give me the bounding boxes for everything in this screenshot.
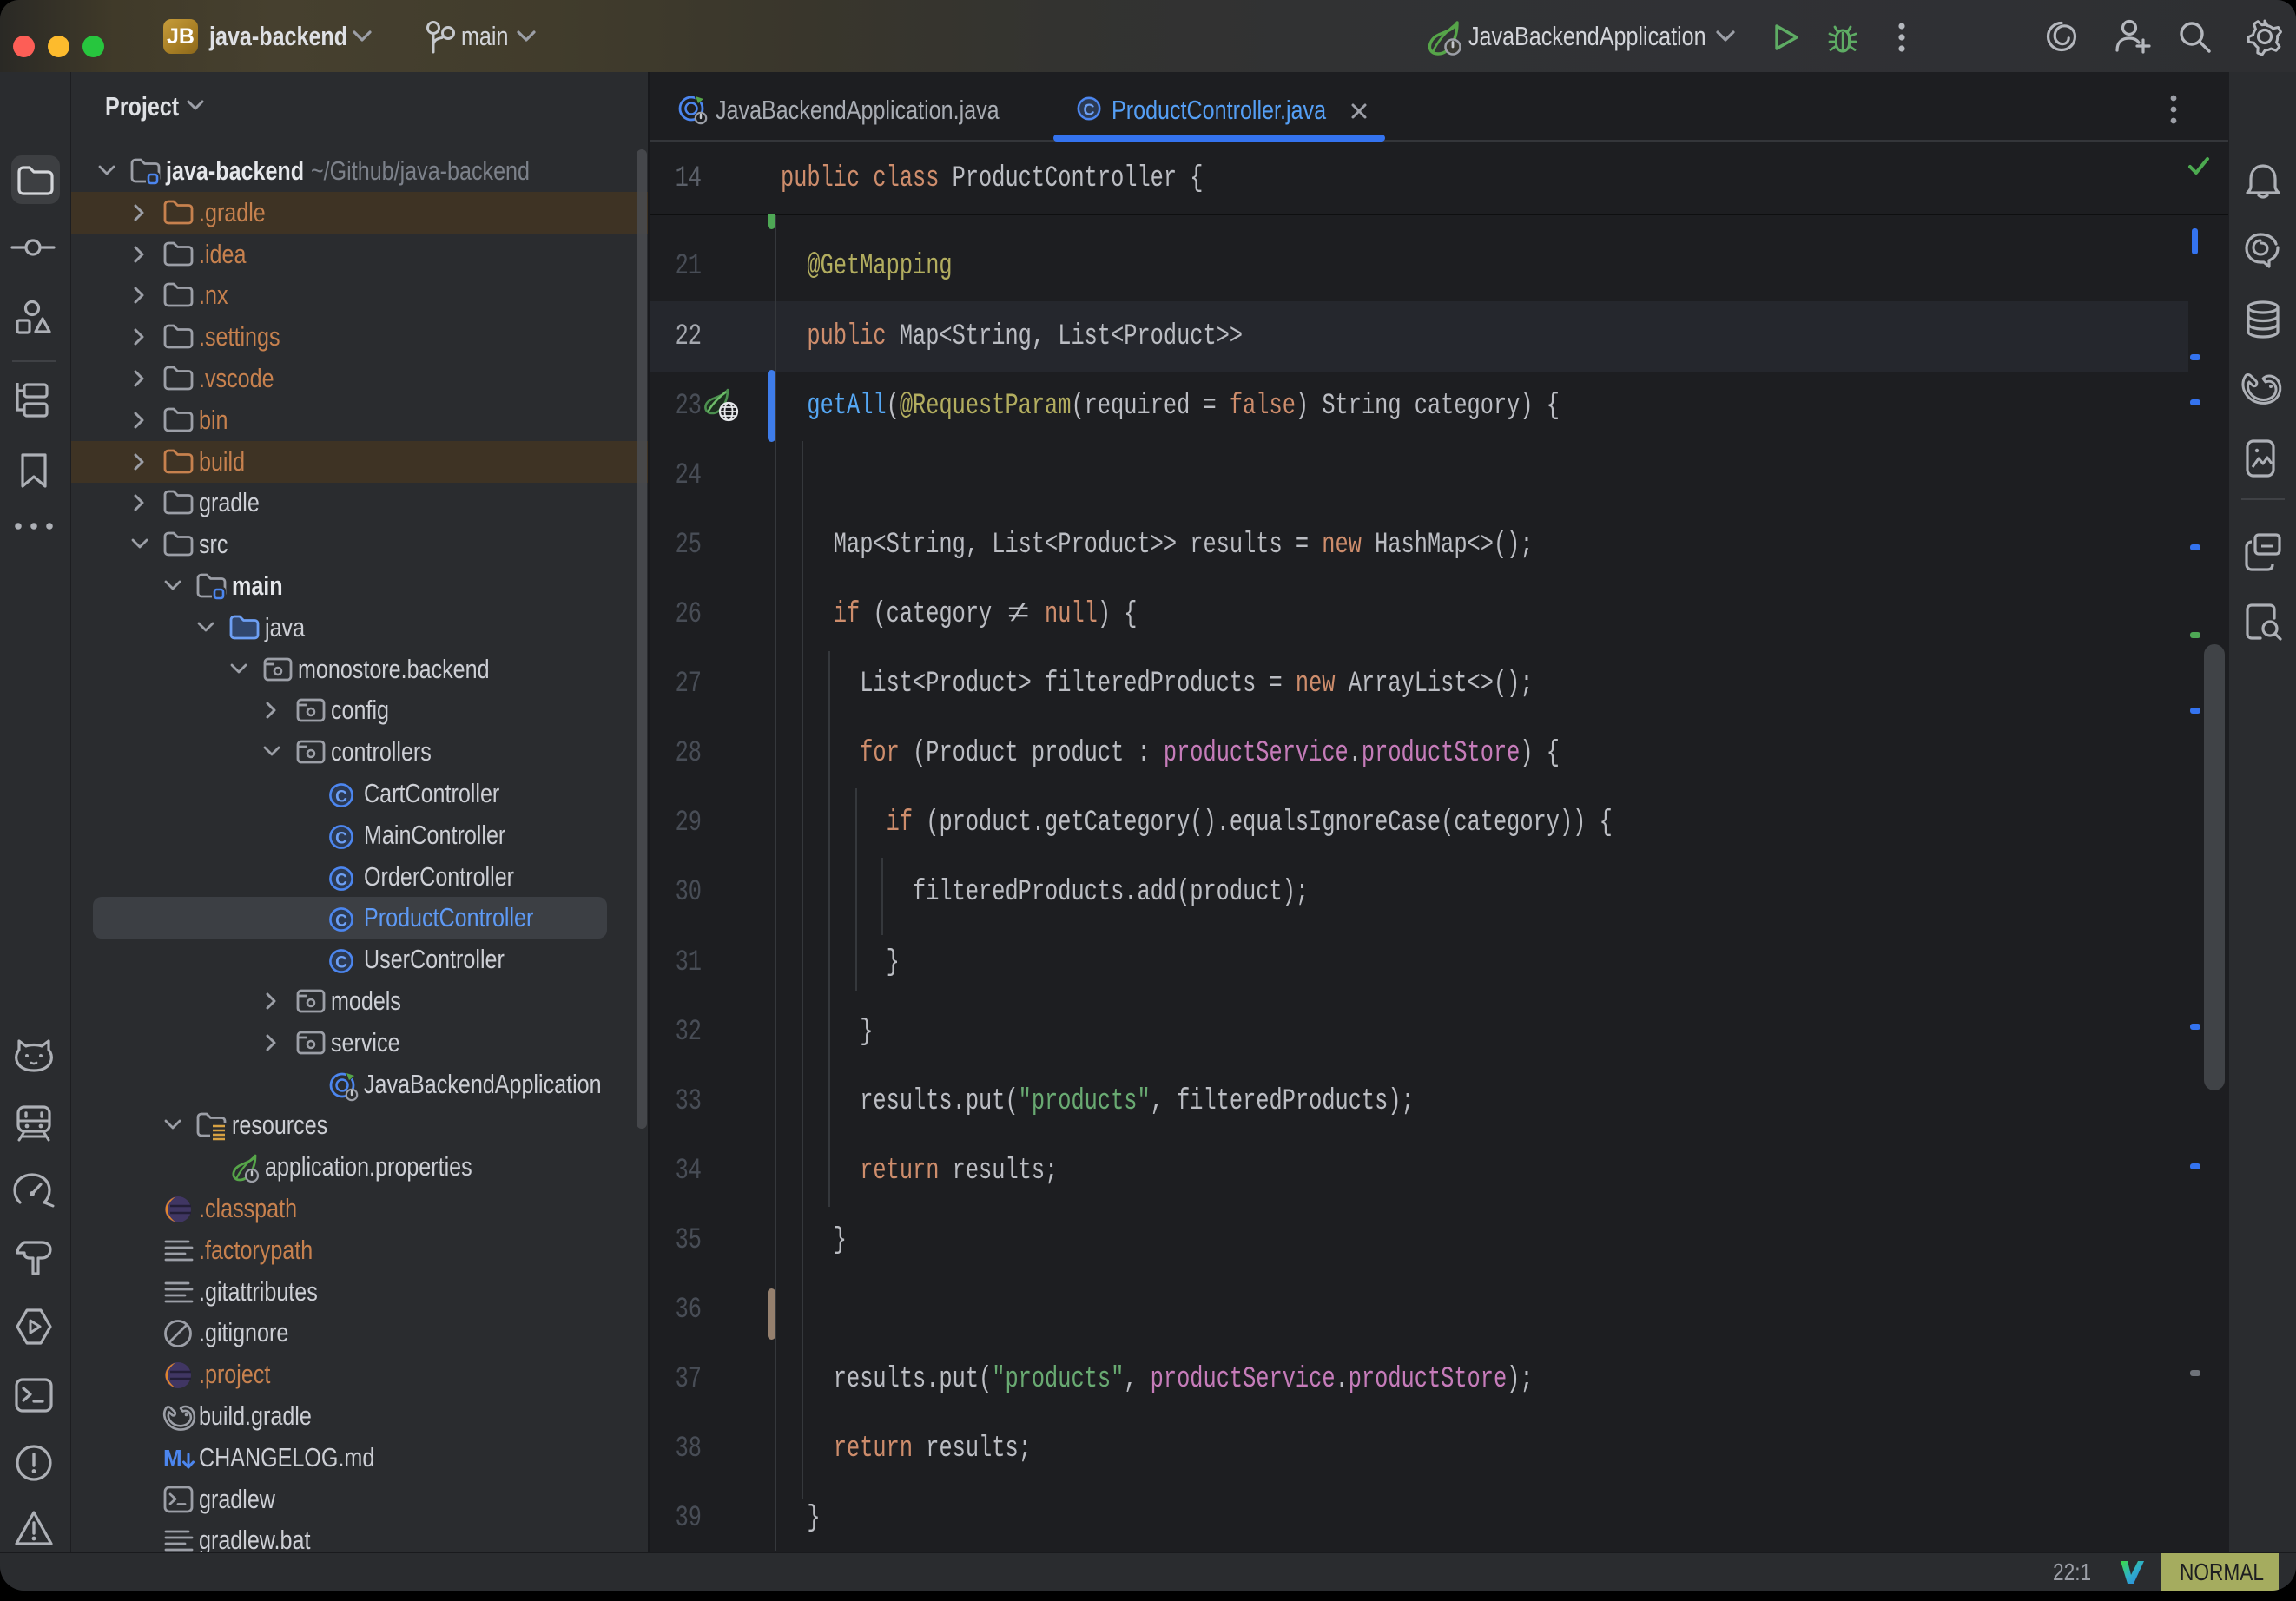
svg-text:C: C [335,954,347,972]
svg-text:M: M [163,1445,182,1471]
svg-text:C: C [335,913,347,931]
svg-text:C: C [335,788,347,807]
svg-text:C: C [335,830,347,848]
svg-text:C: C [335,872,347,890]
svg-text:C: C [1084,102,1095,119]
